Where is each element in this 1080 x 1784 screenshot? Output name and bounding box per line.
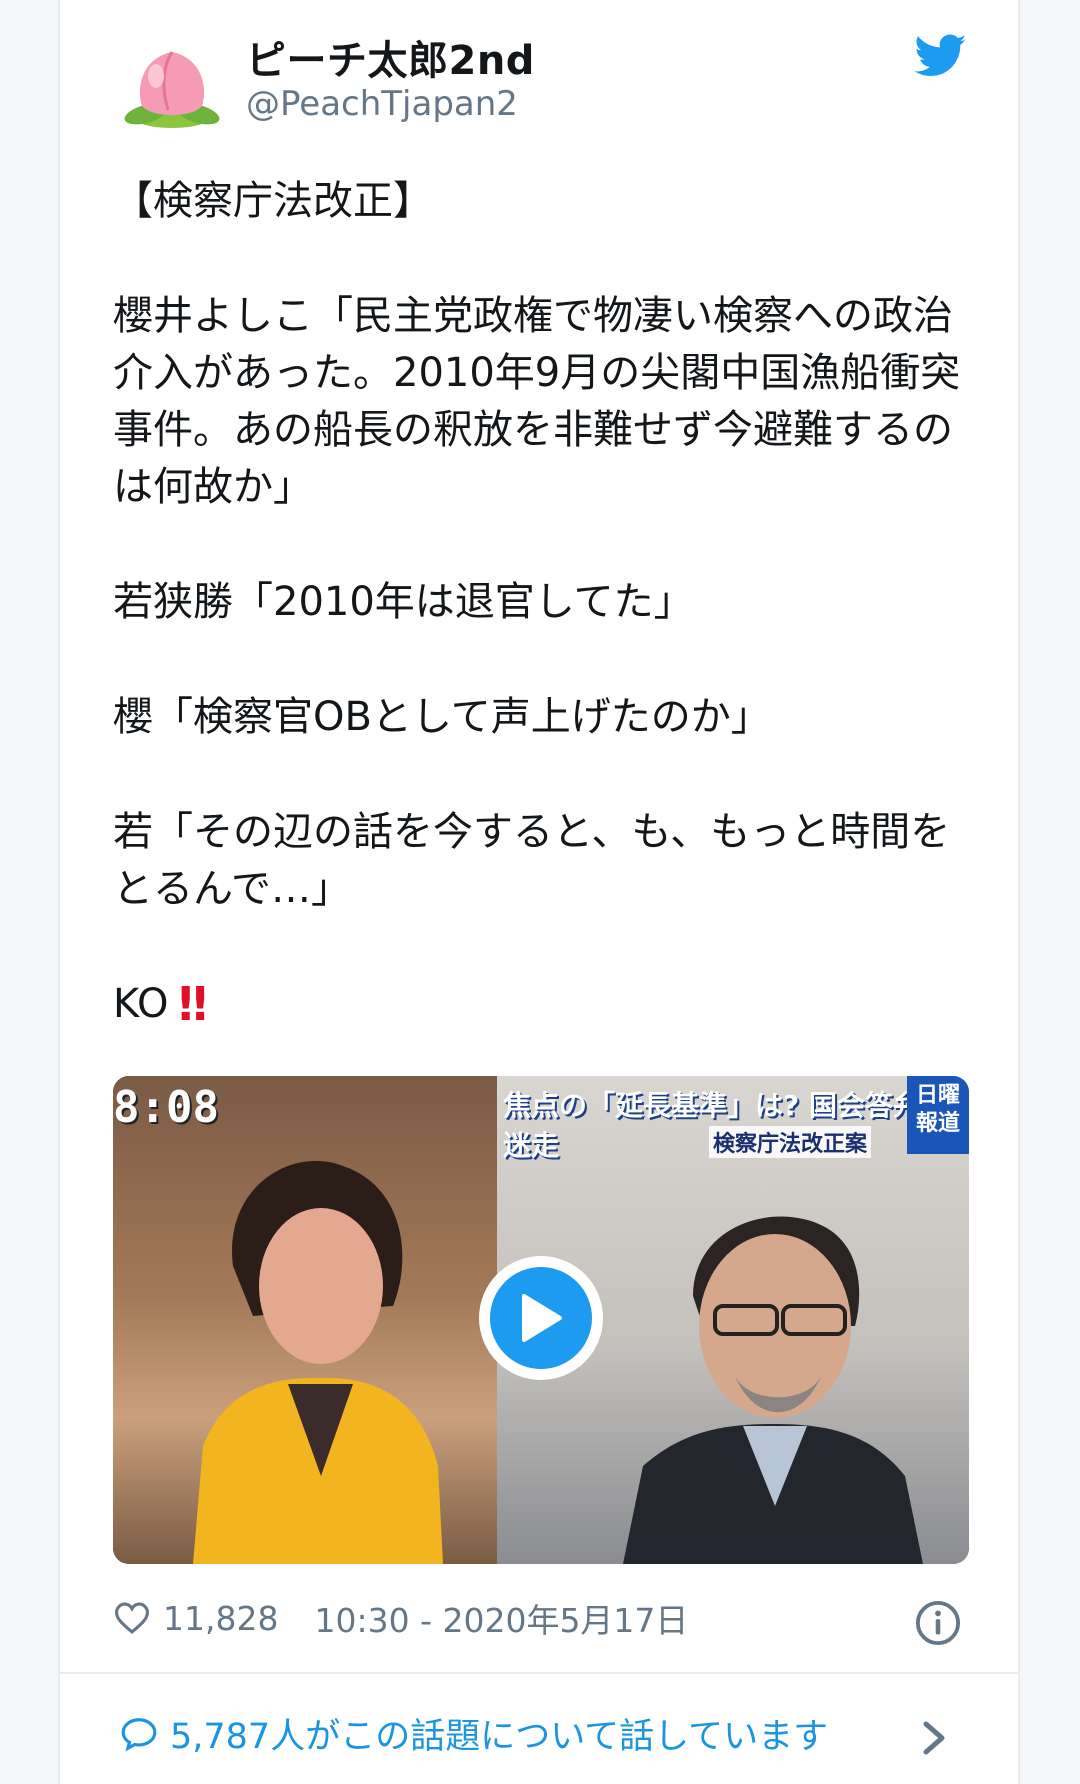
conversation-count-text[interactable]: 5,787人がこの話題について話しています xyxy=(170,1708,828,1759)
heart-icon[interactable] xyxy=(113,1601,151,1635)
tweet-meta: 11,828 10:30 - 2020年5月17日 xyxy=(113,1594,688,1642)
speech-bubble-icon xyxy=(121,1717,157,1751)
conversation-link[interactable]: 5,787人がこの話題について話しています xyxy=(120,1708,828,1759)
broadcast-logo: 日曜 報道 xyxy=(907,1076,969,1154)
ko-text: KO xyxy=(113,981,169,1027)
like-count[interactable]: 11,828 xyxy=(163,1599,278,1638)
user-handle[interactable]: @PeachTjapan2 xyxy=(246,84,518,124)
play-button[interactable] xyxy=(479,1256,603,1380)
broadcast-logo-line1: 日曜 xyxy=(915,1083,960,1108)
ko-line: KO ‼ xyxy=(113,976,973,1033)
play-button-circle xyxy=(490,1267,592,1369)
broadcast-logo-line2: 報道 xyxy=(915,1111,960,1136)
tweet-card: ピーチ太郎2nd @PeachTjapan2 【検察庁法改正】 櫻井よしこ「民主… xyxy=(58,0,1020,1784)
tweet-paragraph-quote-2: 若狭勝「2010年は退官してた」 xyxy=(113,579,694,625)
video-player[interactable]: 8:08 焦点の「延長基準」は? 国会答弁は迷走 検察庁法改正案 日曜 報道 xyxy=(113,1076,969,1564)
video-person-left xyxy=(193,1160,443,1564)
peach-avatar-icon[interactable] xyxy=(112,44,232,134)
double-exclamation-emoji: ‼ xyxy=(178,977,208,1031)
video-clock: 8:08 xyxy=(113,1082,219,1133)
divider xyxy=(60,1672,1018,1674)
tweet-text: 【検察庁法改正】 櫻井よしこ「民主党政権で物凄い検察への政治介入があった。201… xyxy=(113,173,973,1033)
play-icon xyxy=(522,1294,562,1342)
tweet-paragraph-quote-3: 櫻「検察官OBとして声上げたのか」 xyxy=(113,694,771,740)
twitter-bird-icon[interactable] xyxy=(915,34,967,78)
info-icon[interactable] xyxy=(915,1600,961,1646)
video-person-right xyxy=(623,1216,923,1564)
tweet-paragraph-quote-4: 若「その辺の話を今すると、も、もっと時間をとるんで…」 xyxy=(113,809,951,912)
display-name[interactable]: ピーチ太郎2nd xyxy=(246,28,535,86)
tweet-paragraph-heading: 【検察庁法改正】 xyxy=(113,178,433,224)
chevron-right-icon[interactable] xyxy=(922,1720,946,1756)
video-subheadline: 検察庁法改正案 xyxy=(709,1126,872,1158)
tweet-paragraph-quote-1: 櫻井よしこ「民主党政権で物凄い検察への政治介入があった。2010年9月の尖閣中国… xyxy=(113,293,961,510)
tweet-timestamp[interactable]: 10:30 - 2020年5月17日 xyxy=(314,1594,688,1642)
